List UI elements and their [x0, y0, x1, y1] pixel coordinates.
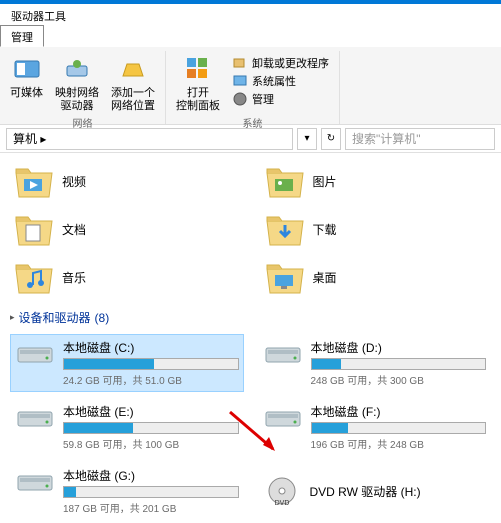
drives-grid: 本地磁盘 (C:) 24.2 GB 可用，共 51.0 GB 本地磁盘 (D:) 24…: [10, 334, 491, 523]
hdd-icon: [263, 339, 303, 369]
folder-pictures[interactable]: 图片: [261, 159, 492, 203]
uninstall-icon: [232, 55, 248, 71]
drive-title: 本地磁盘 (E:): [63, 403, 239, 420]
tab-drive-tools[interactable]: 驱动器工具: [0, 4, 77, 25]
drive-dvd[interactable]: DVD DVD RW 驱动器 (H:): [258, 462, 492, 520]
drive-hdd[interactable]: 本地磁盘 (D:) 248 GB 可用，共 300 GB: [258, 334, 492, 392]
dropdown-button[interactable]: ▾: [297, 128, 317, 150]
media-icon: [11, 53, 43, 85]
admin-button[interactable]: 管理: [232, 91, 329, 107]
video-folder-icon: [14, 163, 54, 199]
drive-title: 本地磁盘 (G:): [63, 467, 239, 484]
music-folder-icon: [14, 259, 54, 295]
admin-icon: [232, 91, 248, 107]
add-location-icon: [117, 53, 149, 85]
capacity-bar: [63, 358, 239, 370]
drive-subtext: 196 GB 可用，共 248 GB: [311, 436, 487, 451]
drive-hdd[interactable]: 本地磁盘 (F:) 196 GB 可用，共 248 GB: [258, 398, 492, 456]
capacity-bar: [63, 486, 239, 498]
drive-hdd[interactable]: 本地磁盘 (C:) 24.2 GB 可用，共 51.0 GB: [10, 334, 244, 392]
drive-hdd[interactable]: 本地磁盘 (E:) 59.8 GB 可用，共 100 GB: [10, 398, 244, 456]
map-drive-button[interactable]: 映射网络 驱动器: [51, 51, 103, 115]
drive-hdd[interactable]: 本地磁盘 (G:) 187 GB 可用，共 201 GB: [10, 462, 244, 520]
breadcrumb[interactable]: 算机 ▸: [6, 128, 293, 150]
hdd-icon: [263, 403, 303, 433]
system-props-button[interactable]: 系统属性: [232, 73, 329, 89]
folder-label: 桌面: [313, 269, 337, 286]
documents-folder-icon: [14, 211, 54, 247]
drive-title: 本地磁盘 (C:): [63, 339, 239, 356]
folder-label: 音乐: [62, 269, 86, 286]
add-location-button[interactable]: 添加一个 网络位置: [107, 51, 159, 115]
folder-downloads[interactable]: 下载: [261, 207, 492, 251]
drive-title: DVD RW 驱动器 (H:): [310, 483, 421, 500]
content-pane[interactable]: 视频 图片文档 下载音乐 桌面 ▸ 设备和驱动器 (8) 本地磁盘 (C:) 24.2 …: [0, 153, 501, 523]
control-panel-icon: [182, 53, 214, 85]
system-props-icon: [232, 73, 248, 89]
tab-manage[interactable]: 管理: [0, 25, 44, 47]
folders-grid: 视频 图片文档 下载音乐 桌面: [10, 159, 491, 299]
map-drive-icon: [61, 53, 93, 85]
folder-desktop[interactable]: 桌面: [261, 255, 492, 299]
drive-subtext: 187 GB 可用，共 201 GB: [63, 500, 239, 515]
folder-label: 图片: [313, 173, 337, 190]
drive-subtext: 248 GB 可用，共 300 GB: [311, 372, 487, 387]
desktop-folder-icon: [265, 259, 305, 295]
hdd-icon: [15, 403, 55, 433]
ribbon: 可媒体 映射网络 驱动器 添加一个 网络位置 网络 打开 控制面板 卸载或更改程…: [0, 47, 501, 125]
capacity-bar: [311, 358, 487, 370]
ribbon-tabs: 驱动器工具: [0, 4, 501, 26]
folder-documents[interactable]: 文档: [10, 207, 241, 251]
folder-label: 视频: [62, 173, 86, 190]
folder-label: 下载: [313, 221, 337, 238]
downloads-folder-icon: [265, 211, 305, 247]
folder-video[interactable]: 视频: [10, 159, 241, 203]
folder-label: 文档: [62, 221, 86, 238]
media-button[interactable]: 可媒体: [6, 51, 47, 115]
address-bar: 算机 ▸ ▾ ↻ 搜索"计算机": [0, 125, 501, 153]
hdd-icon: [15, 467, 55, 497]
chevron-down-icon: ▸: [10, 312, 15, 323]
folder-music[interactable]: 音乐: [10, 255, 241, 299]
hdd-icon: [15, 339, 55, 369]
ribbon-group-network: 可媒体 映射网络 驱动器 添加一个 网络位置 网络: [0, 51, 166, 124]
capacity-bar: [63, 422, 239, 434]
ribbon-subtabs: 管理: [0, 25, 501, 47]
refresh-button[interactable]: ↻: [321, 128, 341, 150]
dvd-icon: DVD: [262, 476, 302, 506]
svg-text:DVD: DVD: [274, 500, 289, 506]
section-devices[interactable]: ▸ 设备和驱动器 (8): [10, 309, 491, 326]
control-panel-button[interactable]: 打开 控制面板: [172, 51, 224, 115]
ribbon-group-system: 打开 控制面板 卸载或更改程序 系统属性 管理 系统: [166, 51, 340, 124]
capacity-bar: [311, 422, 487, 434]
search-input[interactable]: 搜索"计算机": [345, 128, 495, 150]
drive-subtext: 24.2 GB 可用，共 51.0 GB: [63, 372, 239, 387]
pictures-folder-icon: [265, 163, 305, 199]
drive-subtext: 59.8 GB 可用，共 100 GB: [63, 436, 239, 451]
drive-title: 本地磁盘 (F:): [311, 403, 487, 420]
drive-title: 本地磁盘 (D:): [311, 339, 487, 356]
uninstall-button[interactable]: 卸载或更改程序: [232, 55, 329, 71]
